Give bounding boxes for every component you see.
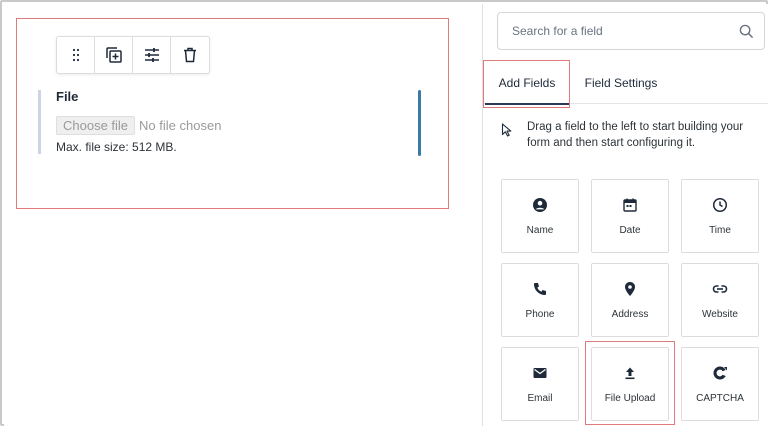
file-input[interactable]: Choose file No file chosen bbox=[56, 116, 221, 135]
field-card-label: Name bbox=[526, 224, 554, 236]
duplicate-button[interactable] bbox=[95, 37, 133, 73]
calendar-icon bbox=[623, 198, 637, 212]
max-file-size-text: Max. file size: 512 MB. bbox=[56, 140, 177, 154]
drag-handle-button[interactable] bbox=[57, 37, 95, 73]
field-card-label: CAPTCHA bbox=[696, 392, 744, 404]
app-frame: File Choose file No file chosen Max. fil… bbox=[0, 0, 768, 426]
duplicate-icon bbox=[105, 47, 122, 63]
field-card-address[interactable]: Address bbox=[591, 263, 669, 337]
drag-hint-text: Drag a field to the left to start buildi… bbox=[527, 121, 744, 149]
field-card-label: Date bbox=[619, 224, 641, 236]
field-sidebar: Add Fields Field Settings Drag a field t… bbox=[482, 4, 768, 426]
settings-sliders-icon bbox=[144, 48, 159, 62]
delete-button[interactable] bbox=[171, 37, 209, 73]
location-pin-icon bbox=[625, 281, 635, 296]
search-icon[interactable] bbox=[738, 23, 754, 39]
drag-hint: Drag a field to the left to start buildi… bbox=[501, 119, 761, 151]
person-circle-icon bbox=[533, 197, 547, 212]
drag-handle-icon bbox=[72, 48, 79, 62]
captcha-icon bbox=[713, 366, 727, 379]
no-file-chosen-text: No file chosen bbox=[139, 118, 222, 133]
link-icon bbox=[712, 284, 728, 293]
search-field-box[interactable] bbox=[497, 12, 765, 50]
phone-icon bbox=[534, 282, 546, 295]
field-left-border bbox=[38, 90, 41, 154]
field-card-time[interactable]: Time bbox=[681, 179, 759, 253]
field-card-label: Time bbox=[709, 224, 731, 236]
field-card-date[interactable]: Date bbox=[591, 179, 669, 253]
field-card-label: Address bbox=[611, 308, 649, 320]
cursor-arrow-icon bbox=[501, 123, 512, 137]
field-card-label: Website bbox=[702, 308, 738, 320]
field-card-label: Phone bbox=[525, 308, 555, 320]
search-input[interactable] bbox=[512, 24, 738, 38]
field-card-website[interactable]: Website bbox=[681, 263, 759, 337]
tab-field-settings[interactable]: Field Settings bbox=[571, 62, 671, 104]
field-card-name[interactable]: Name bbox=[501, 179, 579, 253]
field-card-email[interactable]: Email bbox=[501, 347, 579, 421]
field-card-captcha[interactable]: CAPTCHA bbox=[681, 347, 759, 421]
field-card-label: Email bbox=[527, 392, 553, 404]
field-settings-button[interactable] bbox=[133, 37, 171, 73]
add-fields-tab-highlight bbox=[483, 60, 570, 108]
field-card-phone[interactable]: Phone bbox=[501, 263, 579, 337]
field-resize-handle[interactable] bbox=[418, 90, 421, 156]
choose-file-button[interactable]: Choose file bbox=[56, 116, 136, 135]
trash-icon bbox=[184, 47, 196, 63]
field-toolbar bbox=[56, 36, 210, 74]
clock-icon bbox=[712, 197, 728, 212]
envelope-icon bbox=[533, 367, 547, 378]
field-label: File bbox=[56, 89, 79, 104]
file-upload-highlight bbox=[585, 341, 675, 425]
